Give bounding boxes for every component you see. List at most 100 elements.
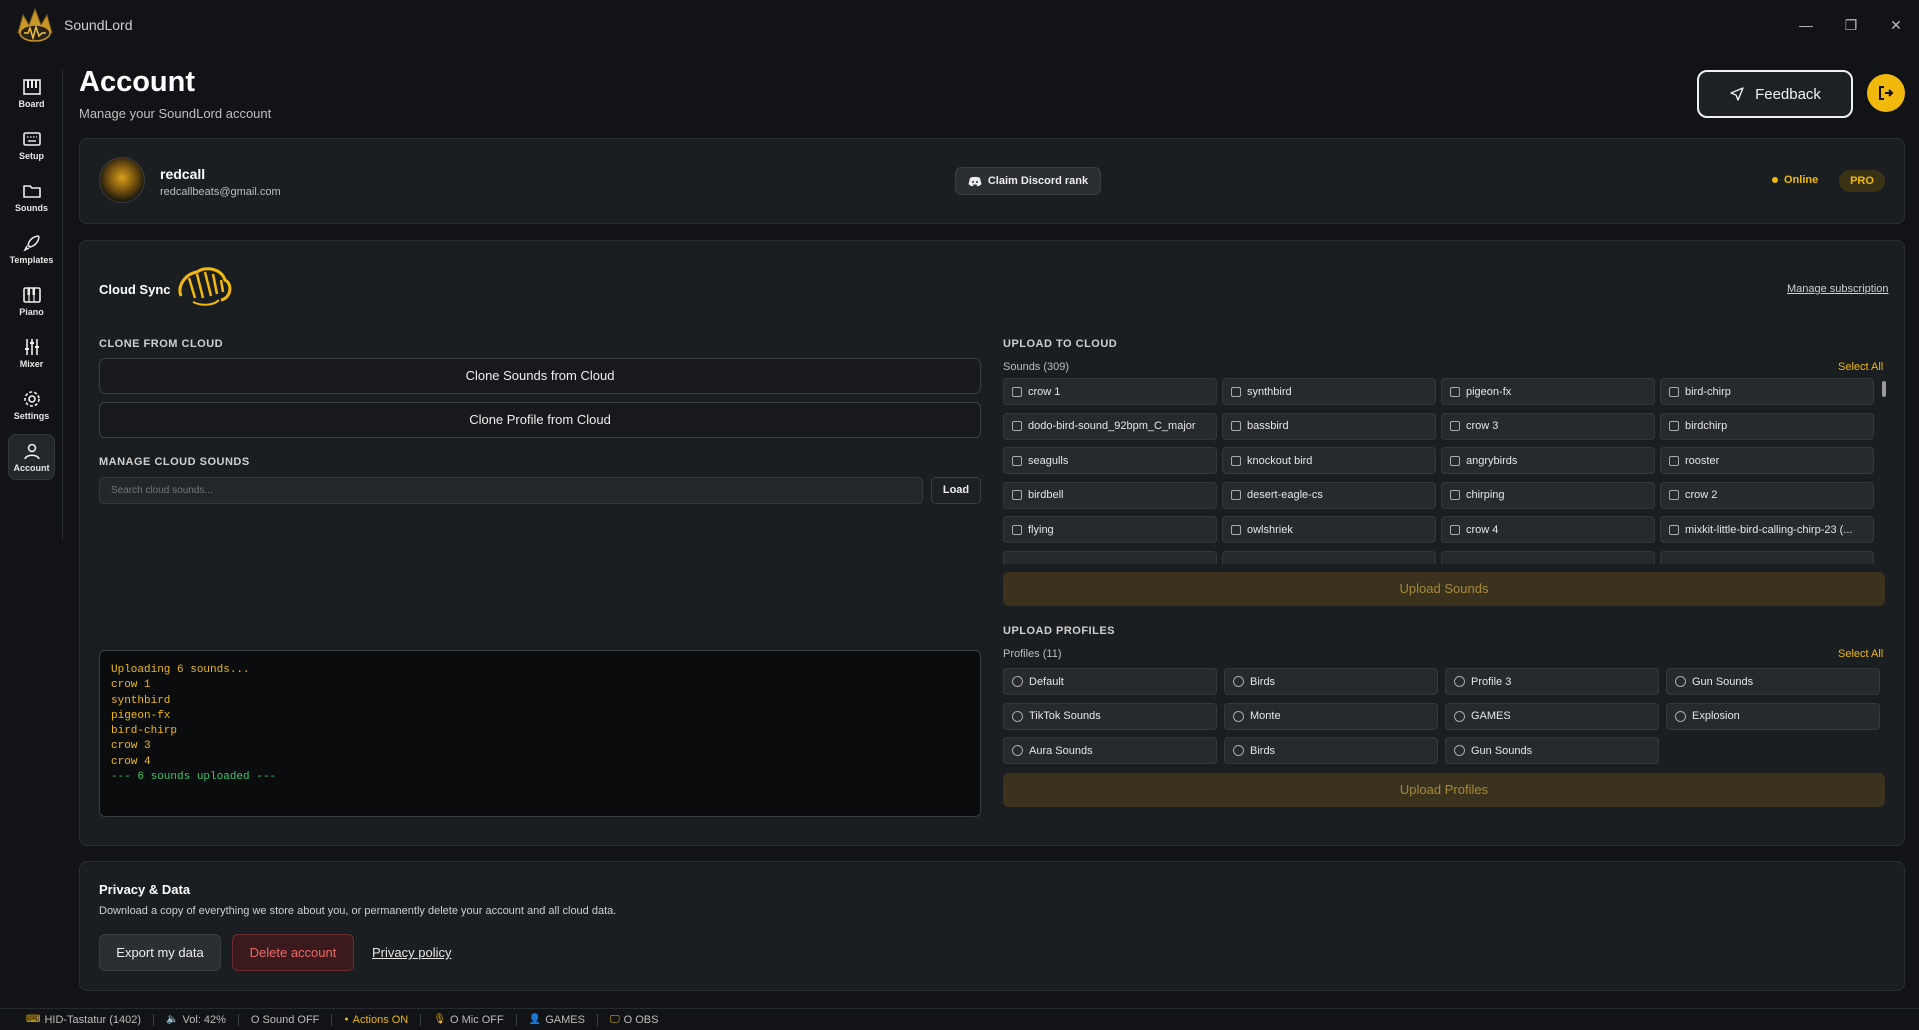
sound-checkbox-item[interactable]: synthbird [1222, 378, 1436, 405]
checkbox[interactable] [1669, 421, 1679, 431]
checkbox[interactable] [1231, 455, 1241, 466]
status-item[interactable]: O Sound OFF [239, 1013, 333, 1026]
sidebar-item-mixer[interactable]: Mixer [8, 330, 55, 376]
manage-subscription-link[interactable]: Manage subscription [1787, 283, 1889, 295]
sound-checkbox-item[interactable]: desert-eagle-cs [1222, 481, 1436, 509]
checkbox[interactable] [1012, 490, 1022, 500]
sound-checkbox-item[interactable]: dodo-bird-sound_92bpm_C_major [1003, 412, 1217, 440]
claim-discord-rank-button[interactable]: Claim Discord rank [955, 167, 1101, 195]
checkbox[interactable] [1450, 386, 1460, 397]
radio[interactable] [1233, 676, 1244, 687]
radio[interactable] [1012, 676, 1023, 687]
sound-checkbox-item[interactable]: pigeon-fx [1441, 378, 1655, 405]
sound-checkbox-item[interactable]: angrybirds [1441, 447, 1655, 474]
status-item[interactable]: 🎙 O Mic OFF [421, 1013, 517, 1026]
upload-sounds-button[interactable]: Upload Sounds [1003, 572, 1885, 606]
sound-checkbox-item[interactable] [1660, 550, 1874, 564]
sidebar-item-templates[interactable]: Templates [8, 226, 55, 272]
checkbox[interactable] [1231, 386, 1241, 397]
sound-checkbox-item[interactable] [1441, 550, 1655, 564]
sidebar-item-board[interactable]: Board [8, 70, 55, 116]
sidebar-item-settings[interactable]: Settings [8, 382, 55, 428]
select-all-profiles-link[interactable]: Select All [1838, 648, 1883, 660]
profile-radio-item[interactable]: Birds [1224, 737, 1438, 764]
profile-radio-item[interactable]: GAMES [1445, 702, 1659, 730]
privacy-policy-link[interactable]: Privacy policy [372, 945, 451, 960]
status-item[interactable]: ● Actions ON [332, 1013, 422, 1026]
minimize-button[interactable]: — [1795, 14, 1817, 36]
checkbox[interactable] [1669, 455, 1679, 466]
sound-checkbox-item[interactable]: crow 2 [1660, 481, 1874, 509]
profile-radio-item[interactable]: Gun Sounds [1666, 668, 1880, 695]
status-item[interactable]: 🖵 O OBS [598, 1014, 670, 1026]
profile-radio-item[interactable]: Birds [1224, 668, 1438, 695]
select-all-sounds-link[interactable]: Select All [1838, 361, 1883, 373]
checkbox[interactable] [1231, 490, 1241, 500]
checkbox[interactable] [1012, 524, 1022, 535]
status-item[interactable]: ⌨ HID-Tastatur (1402) [14, 1013, 155, 1026]
checkbox[interactable] [1012, 386, 1022, 397]
sound-checkbox-item[interactable]: crow 4 [1441, 516, 1655, 543]
sound-checkbox-item[interactable] [1222, 550, 1436, 564]
radio[interactable] [1454, 676, 1465, 687]
checkbox[interactable] [1012, 455, 1022, 466]
checkbox[interactable] [1450, 421, 1460, 431]
close-button[interactable]: ✕ [1885, 14, 1907, 36]
radio[interactable] [1012, 710, 1023, 722]
feedback-button[interactable]: Feedback [1697, 70, 1853, 118]
radio[interactable] [1675, 676, 1686, 687]
profile-radio-item[interactable]: Gun Sounds [1445, 737, 1659, 764]
radio[interactable] [1233, 745, 1244, 756]
sound-checkbox-item[interactable]: bassbird [1222, 412, 1436, 440]
radio[interactable] [1454, 710, 1465, 722]
sound-checkbox-item[interactable]: birdchirp [1660, 412, 1874, 440]
radio[interactable] [1012, 745, 1023, 756]
profile-radio-item[interactable]: TikTok Sounds [1003, 702, 1217, 730]
sidebar-item-account[interactable]: Account [8, 434, 55, 480]
checkbox[interactable] [1012, 421, 1022, 431]
restore-button[interactable]: ❐ [1840, 14, 1862, 36]
profile-radio-item[interactable]: Monte [1224, 702, 1438, 730]
profile-radio-item[interactable]: Default [1003, 668, 1217, 695]
load-button[interactable]: Load [931, 477, 981, 504]
sound-checkbox-item[interactable]: crow 3 [1441, 412, 1655, 440]
sound-checkbox-item[interactable]: bird-chirp [1660, 378, 1874, 405]
sidebar-item-sounds[interactable]: Sounds [8, 174, 55, 220]
profile-radio-item[interactable]: Aura Sounds [1003, 737, 1217, 764]
radio[interactable] [1454, 745, 1465, 756]
checkbox[interactable] [1669, 490, 1679, 500]
checkbox[interactable] [1669, 524, 1679, 535]
status-item[interactable]: 🔈 Vol: 42% [154, 1013, 239, 1026]
clone-sounds-button[interactable]: Clone Sounds from Cloud [99, 358, 981, 394]
sound-checkbox-item[interactable]: mixkit-little-bird-calling-chirp-23 (... [1660, 516, 1874, 543]
checkbox[interactable] [1450, 490, 1460, 500]
radio[interactable] [1675, 710, 1686, 722]
sound-checkbox-item[interactable]: knockout bird [1222, 447, 1436, 474]
radio[interactable] [1233, 710, 1244, 722]
checkbox[interactable] [1231, 421, 1241, 431]
checkbox[interactable] [1231, 524, 1241, 535]
checkbox[interactable] [1450, 524, 1460, 535]
export-data-button[interactable]: Export my data [99, 934, 221, 971]
sound-checkbox-item[interactable]: crow 1 [1003, 378, 1217, 405]
sound-checkbox-item[interactable]: rooster [1660, 447, 1874, 474]
profile-radio-item[interactable]: Explosion [1666, 702, 1880, 730]
cloud-sounds-search-input[interactable] [99, 477, 923, 504]
sound-checkbox-item[interactable]: seagulls [1003, 447, 1217, 474]
logout-button[interactable] [1867, 74, 1905, 112]
clone-profile-button[interactable]: Clone Profile from Cloud [99, 402, 981, 438]
status-item[interactable]: 👤 GAMES [517, 1013, 598, 1026]
profile-radio-item[interactable]: Profile 3 [1445, 668, 1659, 695]
sound-checkbox-item[interactable]: chirping [1441, 481, 1655, 509]
sidebar-item-piano[interactable]: Piano [8, 278, 55, 324]
checkbox[interactable] [1669, 386, 1679, 397]
upload-profiles-button[interactable]: Upload Profiles [1003, 773, 1885, 807]
delete-account-button[interactable]: Delete account [232, 934, 354, 971]
checkbox[interactable] [1450, 455, 1460, 466]
sidebar-item-setup[interactable]: Setup [8, 122, 55, 168]
sound-checkbox-item[interactable]: birdbell [1003, 481, 1217, 509]
sounds-scrollbar[interactable] [1882, 381, 1886, 397]
sound-checkbox-item[interactable]: flying [1003, 516, 1217, 543]
sound-checkbox-item[interactable] [1003, 550, 1217, 564]
sound-checkbox-item[interactable]: owlshriek [1222, 516, 1436, 543]
